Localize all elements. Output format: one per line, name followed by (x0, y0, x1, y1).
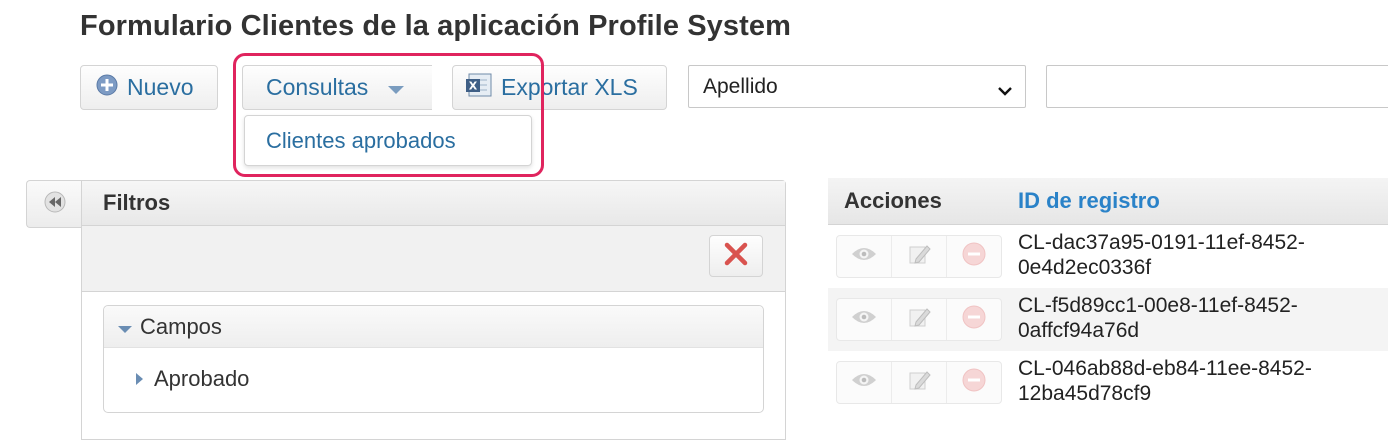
table-row: CL-dac37a95-0191-11ef-8452- 0e4d2ec0336f (828, 225, 1388, 288)
view-button[interactable] (837, 299, 892, 340)
search-field-selected: Apellido (703, 74, 778, 98)
delete-button[interactable] (947, 236, 1001, 277)
record-id: CL-f5d89cc1-00e8-11ef-8452- 0affcf94a76d (1018, 293, 1378, 343)
fields-group-toggle[interactable]: Campos (104, 306, 763, 348)
eye-icon (850, 308, 878, 331)
delete-button[interactable] (947, 362, 1001, 403)
view-button[interactable] (837, 362, 892, 403)
filters-title: Filtros (82, 181, 785, 226)
edit-button[interactable] (892, 299, 947, 340)
pencil-icon (907, 368, 931, 397)
minus-circle-icon (961, 304, 987, 335)
search-field-select[interactable]: Apellido (688, 65, 1026, 108)
record-id-line1: CL-f5d89cc1-00e8-11ef-8452- (1018, 294, 1298, 317)
search-input[interactable] (1046, 65, 1388, 108)
page-title: Formulario Clientes de la aplicación Pro… (80, 10, 791, 42)
delete-button[interactable] (947, 299, 1001, 340)
close-icon (723, 241, 749, 272)
view-button[interactable] (837, 236, 892, 277)
triangle-down-icon (118, 314, 132, 340)
edit-button[interactable] (892, 236, 947, 277)
chevron-down-icon (997, 79, 1013, 103)
new-button[interactable]: Nuevo (80, 65, 218, 110)
table-row: CL-046ab88d-eb84-11ee-8452- 12ba45d78cf9 (828, 351, 1388, 414)
record-id-line1: CL-dac37a95-0191-11ef-8452- (1018, 231, 1305, 254)
grid-header: Acciones ID de registro (828, 178, 1388, 225)
field-item-aprobado[interactable]: Aprobado (104, 366, 763, 392)
filters-toolbar (82, 226, 785, 292)
fields-tree: Campos Aprobado (103, 305, 764, 413)
clear-filters-button[interactable] (709, 235, 763, 277)
row-actions (836, 298, 1002, 341)
edit-button[interactable] (892, 362, 947, 403)
column-header-actions: Acciones (844, 188, 942, 213)
filters-panel: Filtros Campos Aprobado (81, 180, 786, 440)
record-id: CL-046ab88d-eb84-11ee-8452- 12ba45d78cf9 (1018, 356, 1378, 406)
collapse-filters-button[interactable] (26, 180, 82, 228)
records-grid: Acciones ID de registro CL-dac37a95-0191… (828, 178, 1388, 438)
triangle-right-icon (134, 366, 144, 392)
new-button-label: Nuevo (127, 74, 194, 100)
eye-icon (850, 371, 878, 394)
column-header-id[interactable]: ID de registro (1018, 188, 1160, 214)
row-actions (836, 361, 1002, 404)
minus-circle-icon (961, 367, 987, 398)
plus-circle-icon (95, 73, 119, 103)
record-id-line2: 0e4d2ec0336f (1018, 256, 1152, 279)
pencil-icon (907, 242, 931, 271)
row-actions (836, 235, 1002, 278)
highlight-box (233, 53, 544, 177)
field-item-label: Aprobado (154, 366, 250, 391)
pencil-icon (907, 305, 931, 334)
minus-circle-icon (961, 241, 987, 272)
eye-icon (850, 245, 878, 268)
record-id-line2: 0affcf94a76d (1018, 319, 1140, 342)
record-id-line1: CL-046ab88d-eb84-11ee-8452- (1018, 357, 1312, 380)
fields-group-label: Campos (140, 313, 222, 339)
table-row: CL-f5d89cc1-00e8-11ef-8452- 0affcf94a76d (828, 288, 1388, 351)
rewind-icon (43, 190, 67, 219)
record-id-line2: 12ba45d78cf9 (1018, 382, 1152, 405)
record-id: CL-dac37a95-0191-11ef-8452- 0e4d2ec0336f (1018, 230, 1378, 280)
